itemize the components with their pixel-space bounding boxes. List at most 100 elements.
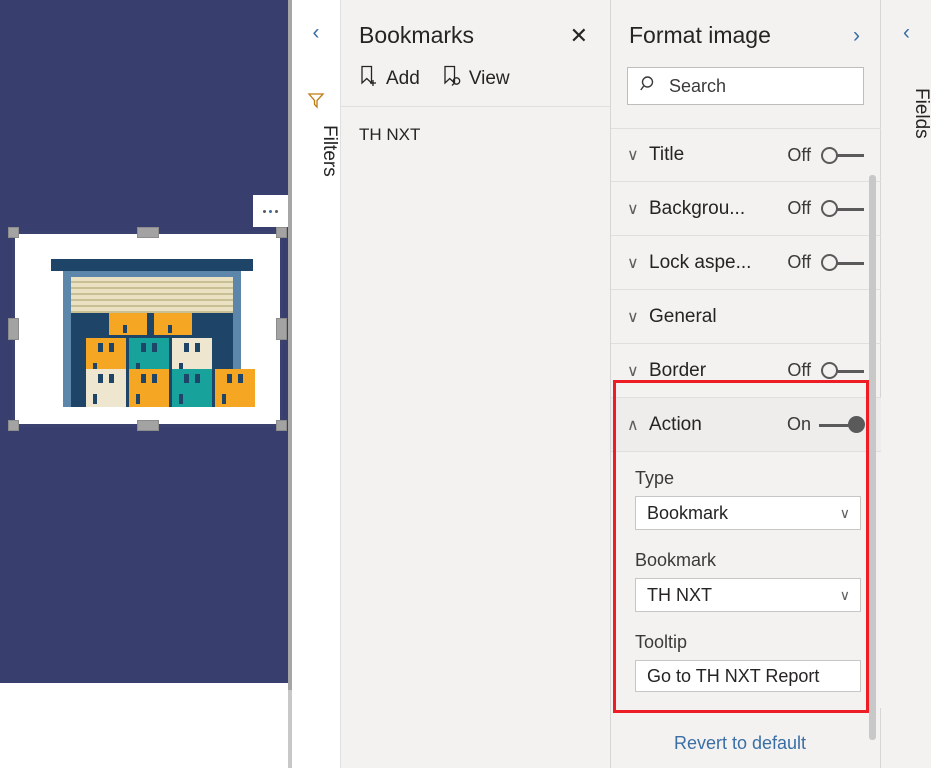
action-tooltip-field: Tooltip Go to TH NXT Report [635, 632, 861, 692]
report-canvas-area [0, 0, 292, 768]
action-bookmark-field: Bookmark TH NXT ∨ [635, 550, 861, 612]
cargo-box [86, 369, 126, 407]
action-bookmark-dropdown[interactable]: TH NXT ∨ [635, 578, 861, 612]
toggle-switch-on[interactable] [819, 415, 865, 435]
cargo-box [172, 369, 212, 407]
action-tooltip-input[interactable]: Go to TH NXT Report [635, 660, 861, 692]
format-section-toggle[interactable]: Off [787, 198, 881, 219]
chevron-down-icon: ∨ [627, 253, 649, 273]
image-visual-frame[interactable] [12, 231, 283, 427]
format-section-label: General [649, 306, 881, 328]
resize-handle-bottom-right[interactable] [276, 420, 287, 431]
chevron-down-icon: ∨ [627, 361, 649, 381]
bookmark-add-button[interactable]: Add [359, 65, 420, 92]
fields-expand-chevron-icon[interactable]: ‹ [881, 22, 931, 43]
toggle-state-label: Off [787, 360, 811, 381]
toggle-state-label: Off [787, 252, 811, 273]
format-search-placeholder: Search [669, 76, 726, 97]
toggle-switch-off[interactable] [819, 145, 865, 165]
format-section-label: Title [649, 144, 787, 166]
toggle-switch-off[interactable] [819, 361, 865, 381]
visual-more-options-button[interactable] [253, 195, 288, 227]
cargo-box [154, 313, 192, 335]
action-type-label: Type [635, 468, 861, 489]
format-pane-header: Format image › [611, 0, 880, 49]
action-tooltip-label: Tooltip [635, 632, 861, 653]
action-section-body: Type Bookmark ∨ Bookmark TH NXT ∨ [611, 452, 881, 708]
format-search-input[interactable]: Search [627, 67, 864, 105]
resize-handle-top-left[interactable] [8, 227, 19, 238]
chevron-down-icon: ∨ [840, 587, 850, 604]
format-expand-chevron-icon[interactable]: › [847, 23, 866, 48]
format-pane: Format image › Search ∨ Title Off [611, 0, 881, 768]
close-icon[interactable]: ✕ [566, 23, 592, 49]
resize-handle-top-middle[interactable] [137, 227, 159, 238]
chevron-down-icon: ∨ [840, 505, 850, 522]
action-type-value: Bookmark [647, 503, 728, 524]
format-section-general[interactable]: ∨ General [611, 290, 881, 344]
toggle-state-label: Off [787, 145, 811, 166]
bookmarks-list: TH NXT [341, 107, 610, 149]
format-section-border[interactable]: ∨ Border Off [611, 344, 881, 398]
action-bookmark-value: TH NXT [647, 585, 712, 606]
selected-image-visual[interactable] [8, 227, 287, 431]
bookmarks-toolbar: Add View [341, 49, 610, 107]
filter-funnel-icon [292, 90, 340, 110]
toggle-switch-off[interactable] [819, 199, 865, 219]
cargo-box [129, 369, 169, 407]
bookmark-add-icon [359, 65, 379, 92]
format-section-toggle[interactable]: Off [787, 360, 881, 381]
format-section-toggle[interactable]: Off [787, 145, 881, 166]
warehouse-lintel [51, 259, 253, 271]
fields-pane-label: Fields [881, 88, 931, 139]
format-section-background[interactable]: ∨ Backgrou... Off [611, 182, 881, 236]
format-section-label: Backgrou... [649, 198, 787, 220]
format-section-lock-aspect[interactable]: ∨ Lock aspe... Off [611, 236, 881, 290]
format-pane-scrollbar[interactable] [869, 175, 876, 740]
more-dot-icon [275, 210, 278, 213]
action-section-header[interactable]: ∧ Action On [611, 398, 881, 452]
chevron-down-icon: ∨ [627, 307, 649, 327]
format-section-title[interactable]: ∨ Title Off [611, 128, 881, 182]
action-bookmark-label: Bookmark [635, 550, 861, 571]
cargo-box [109, 313, 147, 335]
format-section-label: Border [649, 360, 787, 382]
resize-handle-bottom-left[interactable] [8, 420, 19, 431]
format-section-label: Lock aspe... [649, 252, 787, 274]
search-icon [640, 75, 658, 98]
bookmark-view-label: View [469, 68, 510, 90]
format-section-action: ∧ Action On Type Bookmark ∨ [611, 398, 881, 708]
bookmark-add-label: Add [386, 68, 420, 90]
format-sections-scroll-area: ∨ Title Off ∨ Backgrou... Off [611, 128, 881, 728]
bookmark-view-icon [442, 65, 462, 92]
bookmark-list-item[interactable]: TH NXT [341, 121, 610, 149]
chevron-down-icon: ∨ [627, 199, 649, 219]
action-section-toggle[interactable]: On [787, 414, 881, 435]
warehouse-illustration [49, 259, 255, 407]
chevron-up-icon: ∧ [627, 415, 649, 435]
chevron-down-icon: ∨ [627, 145, 649, 165]
cargo-box [215, 369, 255, 407]
revert-to-default-link[interactable]: Revert to default [611, 733, 869, 754]
format-section-toggle[interactable]: Off [787, 252, 881, 273]
resize-handle-top-right[interactable] [276, 227, 287, 238]
warehouse-roller-shutter [71, 277, 233, 313]
resize-handle-right-middle[interactable] [276, 318, 287, 340]
resize-handle-bottom-middle[interactable] [137, 420, 159, 431]
fields-pane-collapsed[interactable]: ‹ Fields [881, 0, 931, 768]
filters-pane-label: Filters [292, 125, 340, 177]
filters-pane-collapsed[interactable]: ‹ Filters [292, 0, 341, 768]
more-dot-icon [269, 210, 272, 213]
toggle-state-label: Off [787, 198, 811, 219]
action-type-dropdown[interactable]: Bookmark ∨ [635, 496, 861, 530]
action-section-label: Action [649, 414, 787, 436]
toggle-state-label: On [787, 414, 811, 435]
filters-expand-chevron-icon[interactable]: ‹ [292, 22, 340, 43]
format-pane-title: Format image [629, 22, 771, 49]
bookmarks-pane: Bookmarks ✕ Add [341, 0, 611, 768]
bookmark-view-button[interactable]: View [442, 65, 510, 92]
bookmarks-header: Bookmarks ✕ [341, 0, 610, 49]
more-dot-icon [263, 210, 266, 213]
resize-handle-left-middle[interactable] [8, 318, 19, 340]
toggle-switch-off[interactable] [819, 253, 865, 273]
